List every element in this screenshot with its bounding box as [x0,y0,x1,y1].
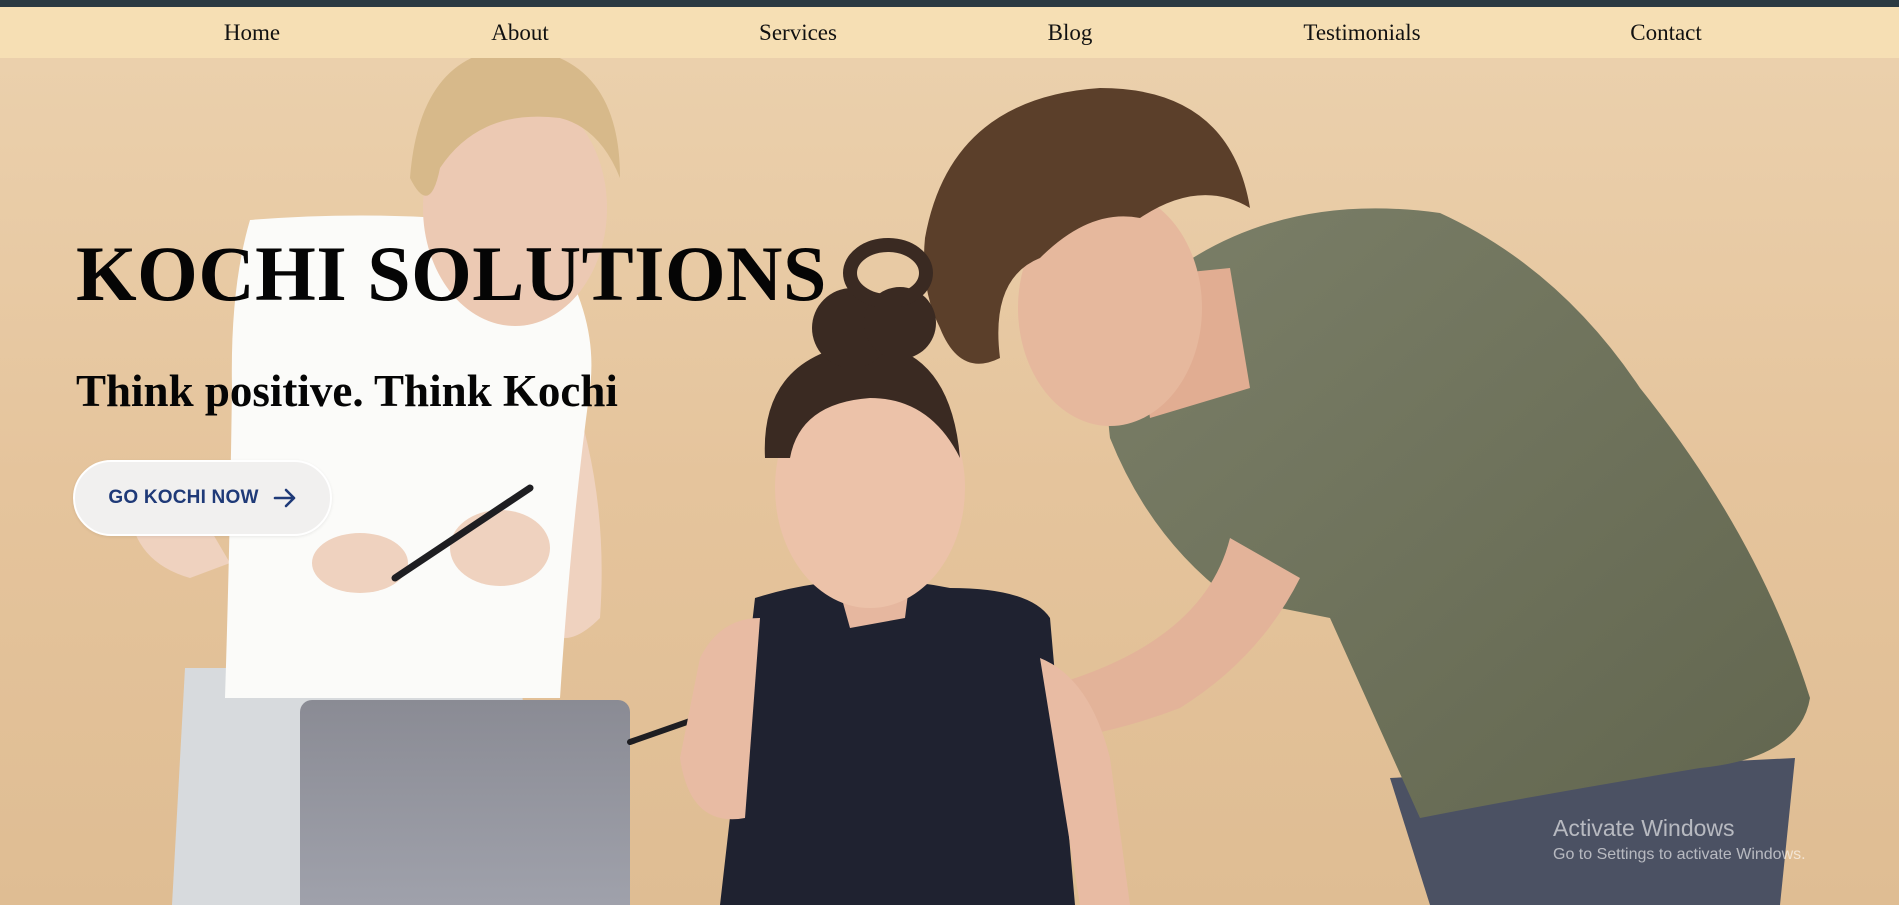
arrow-right-icon [273,488,295,508]
main-navigation: Home About Services Blog Testimonials Co… [0,7,1899,58]
watermark-subtitle: Go to Settings to activate Windows. [1553,846,1806,863]
hero-tagline: Think positive. Think Kochi [76,366,618,416]
cta-label: GO KOCHI NOW [108,487,259,508]
nav-item-testimonials[interactable]: Testimonials [1303,7,1420,58]
nav-item-home[interactable]: Home [224,7,280,58]
watermark-title: Activate Windows [1553,815,1735,841]
hero-title: KOCHI SOLUTIONS [76,230,827,317]
nav-item-contact[interactable]: Contact [1630,7,1702,58]
nav-item-services[interactable]: Services [759,7,837,58]
hero-section: KOCHI SOLUTIONS Think positive. Think Ko… [0,58,1899,905]
activate-windows-watermark: Activate Windows Go to Settings to activ… [1553,814,1806,866]
go-kochi-now-button[interactable]: GO KOCHI NOW [73,460,332,536]
nav-item-about[interactable]: About [491,7,549,58]
nav-item-blog[interactable]: Blog [1048,7,1093,58]
top-accent-strip [0,0,1899,7]
